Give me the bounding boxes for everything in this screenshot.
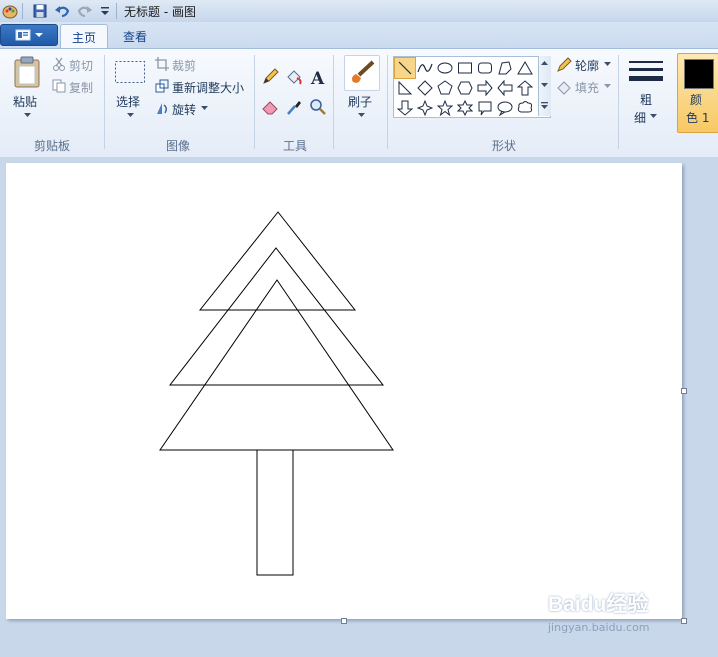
pencil-icon[interactable] (260, 67, 280, 87)
resize-button[interactable]: 重新调整大小 (172, 79, 244, 96)
brushes-button[interactable]: 刷子 (348, 93, 372, 110)
color1-label-2: 色 1 (686, 111, 710, 125)
resize-handle-right[interactable] (681, 388, 687, 394)
shapes-group-label: 形状 (491, 139, 516, 153)
window-title: 无标题 - 画图 (124, 5, 196, 19)
crop-icon (155, 57, 169, 71)
shape-right-triangle-icon[interactable] (395, 78, 415, 98)
tree-middle-triangle (168, 247, 385, 386)
shape-rounded-callout-icon[interactable] (475, 98, 495, 118)
crop-button[interactable]: 裁剪 (172, 57, 196, 74)
rotate-icon (157, 103, 167, 114)
shape-line-icon[interactable] (394, 57, 416, 79)
cut-button[interactable]: 剪切 (69, 57, 93, 74)
eraser-icon[interactable] (260, 97, 280, 117)
fill-icon (557, 81, 571, 95)
paint-app-icon[interactable] (2, 3, 18, 19)
clipboard-group-label: 剪贴板 (33, 139, 70, 153)
shape-curve-icon[interactable] (415, 58, 435, 78)
chevron-down-icon (35, 33, 43, 37)
svg-text:A: A (310, 69, 325, 86)
color-picker-icon[interactable] (284, 97, 304, 117)
size-label-1[interactable]: 粗 (640, 91, 652, 108)
drawing (159, 211, 394, 576)
outline-icon (557, 57, 572, 72)
watermark-url: jingyan.baidu.com (548, 621, 650, 634)
shape-six-point-star-icon[interactable] (455, 98, 475, 118)
undo-icon[interactable] (54, 3, 70, 19)
tab-home[interactable]: 主页 (60, 24, 108, 49)
menu-icon (15, 29, 31, 41)
shape-four-point-star-icon[interactable] (415, 98, 435, 118)
shape-rectangle-icon[interactable] (455, 58, 475, 78)
color1-label-1: 颜 (690, 93, 703, 107)
select-dropdown-icon[interactable] (127, 113, 134, 118)
ribbon: 粘贴 剪切 复制 剪贴板 选择 裁剪 重新调整大小 旋转 图像 A 工具 刷子 (0, 48, 718, 158)
watermark-brand: Baidu经验 (548, 593, 649, 616)
gallery-up-icon[interactable] (541, 61, 548, 66)
shape-right-arrow-icon[interactable] (475, 78, 495, 98)
brush-icon[interactable] (344, 55, 380, 91)
shape-rounded-rectangle-icon[interactable] (475, 58, 495, 78)
clipboard-icon[interactable] (12, 55, 42, 89)
fill-bucket-icon[interactable] (284, 67, 304, 87)
color1-swatch (684, 59, 714, 89)
rotate-dropdown-icon[interactable] (201, 106, 208, 111)
resize-handle-bottom[interactable] (341, 618, 347, 624)
shape-triangle-icon[interactable] (515, 58, 535, 78)
outline-button[interactable]: 轮廓 (575, 57, 599, 74)
tree-bottom-triangle (159, 279, 394, 451)
size-dropdown-icon[interactable] (650, 114, 657, 119)
magnifier-icon[interactable] (308, 97, 328, 117)
shape-pentagon-icon[interactable] (435, 78, 455, 98)
resize-handle-corner[interactable] (681, 618, 687, 624)
size-label-2[interactable]: 细 (634, 109, 646, 126)
size-icon[interactable] (628, 57, 664, 87)
paste-button[interactable]: 粘贴 (13, 93, 37, 110)
tree-trunk (256, 449, 294, 576)
shape-oval-callout-icon[interactable] (495, 98, 515, 118)
tools-group-label: 工具 (282, 139, 307, 153)
shape-cloud-callout-icon[interactable] (515, 98, 535, 118)
shape-down-arrow-icon[interactable] (395, 98, 415, 118)
file-menu-button[interactable] (0, 24, 58, 46)
shape-up-arrow-icon[interactable] (515, 78, 535, 98)
shape-left-arrow-icon[interactable] (495, 78, 515, 98)
save-icon[interactable] (32, 3, 48, 19)
fill-button[interactable]: 填充 (575, 79, 599, 96)
text-icon[interactable]: A (308, 67, 328, 87)
scissors-icon (53, 57, 65, 71)
brushes-dropdown-icon[interactable] (358, 113, 365, 118)
drawing-canvas[interactable] (6, 163, 682, 619)
tree-top-triangle (198, 211, 357, 311)
gallery-down-icon[interactable] (541, 83, 548, 88)
rotate-button[interactable]: 旋转 (172, 101, 196, 118)
copy-button[interactable]: 复制 (69, 79, 93, 96)
title-bar: 无标题 - 画图 (0, 0, 718, 23)
select-button[interactable]: 选择 (116, 93, 140, 110)
watermark: Baidu经验 jingyan.baidu.com (548, 588, 650, 634)
shape-hexagon-icon[interactable] (455, 78, 475, 98)
shape-oval-icon[interactable] (435, 58, 455, 78)
copy-icon (52, 79, 66, 93)
shape-diamond-icon[interactable] (415, 78, 435, 98)
outline-dropdown-icon[interactable] (604, 62, 611, 67)
shape-polygon-icon[interactable] (495, 58, 515, 78)
fill-dropdown-icon (604, 84, 611, 88)
tab-view[interactable]: 查看 (114, 24, 156, 48)
paste-dropdown-icon[interactable] (24, 113, 31, 118)
shapes-gallery[interactable] (393, 56, 551, 118)
customize-dropdown-icon[interactable] (97, 3, 113, 19)
select-icon[interactable] (114, 59, 146, 85)
gallery-scrollbar[interactable] (538, 56, 551, 116)
image-group-label: 图像 (165, 139, 190, 153)
gallery-more-icon[interactable] (541, 102, 548, 110)
redo-icon[interactable] (77, 3, 93, 19)
resize-icon (155, 79, 169, 93)
shape-five-point-star-icon[interactable] (435, 98, 455, 118)
